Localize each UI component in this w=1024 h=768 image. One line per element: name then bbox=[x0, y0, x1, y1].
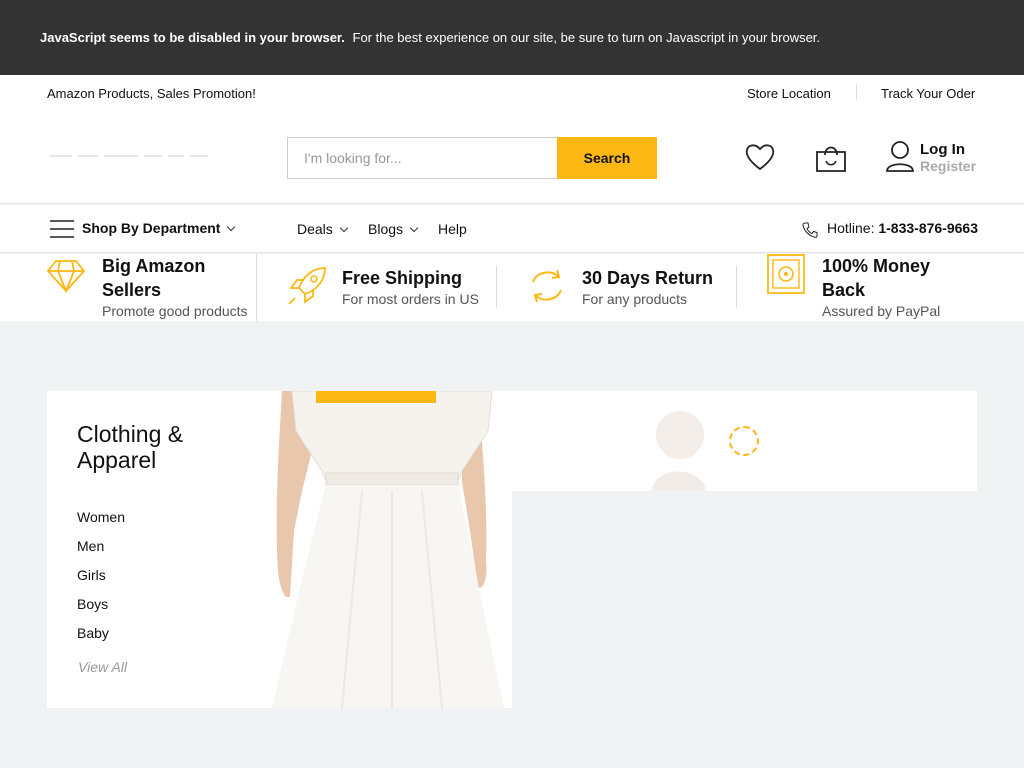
feature-divider bbox=[736, 266, 737, 308]
category-link[interactable]: Men bbox=[77, 538, 104, 554]
view-all-link[interactable]: View All bbox=[78, 659, 127, 675]
feature-title: 30 Days Return bbox=[582, 268, 714, 288]
loading-spinner-icon bbox=[729, 426, 759, 456]
javascript-notice-text: For the best experience on our site, be … bbox=[352, 30, 821, 45]
register-link[interactable]: Register bbox=[920, 158, 976, 174]
chevron-down-icon bbox=[227, 222, 236, 232]
search-input[interactable] bbox=[287, 137, 558, 179]
site-logo[interactable] bbox=[50, 155, 210, 159]
rocket-icon bbox=[287, 266, 327, 311]
topbar-divider bbox=[856, 85, 857, 100]
track-order-link[interactable]: Track Your Oder bbox=[881, 86, 975, 101]
safe-money-icon bbox=[766, 254, 806, 301]
feature-title: 100% Money Back bbox=[822, 256, 931, 300]
accent-bar bbox=[316, 391, 436, 403]
category-product-image[interactable] bbox=[272, 391, 512, 708]
feature-subtitle: Promote good products bbox=[102, 303, 248, 319]
category-link[interactable]: Women bbox=[77, 509, 125, 525]
feature-title: Free Shipping bbox=[342, 268, 463, 288]
category-link[interactable]: Baby bbox=[77, 625, 109, 641]
feature-title: Big Amazon Sellers bbox=[102, 256, 206, 300]
hotline-label: Hotline: bbox=[827, 220, 875, 236]
javascript-notice-bar: JavaScript seems to be disabled in your … bbox=[0, 0, 1024, 75]
return-arrows-icon bbox=[527, 266, 567, 311]
hotline-number[interactable]: 1-833-876-9663 bbox=[878, 220, 978, 236]
hamburger-menu-icon[interactable] bbox=[50, 220, 74, 241]
diamond-icon bbox=[46, 259, 86, 298]
shop-by-department-menu[interactable]: Shop By Department bbox=[82, 220, 236, 236]
shopping-bag-icon[interactable] bbox=[815, 141, 847, 178]
top-bar: Amazon Products, Sales Promotion! Store … bbox=[0, 75, 1024, 115]
phone-icon bbox=[802, 222, 818, 241]
site-header: Search Log In Register bbox=[0, 115, 1024, 204]
category-title: Clothing & Apparel bbox=[77, 421, 184, 473]
chevron-down-icon bbox=[339, 223, 349, 233]
promo-text: Amazon Products, Sales Promotion! bbox=[47, 86, 256, 101]
faded-product-image bbox=[652, 411, 706, 491]
category-link[interactable]: Boys bbox=[77, 596, 108, 612]
feature-divider bbox=[496, 266, 497, 308]
user-account-icon[interactable] bbox=[885, 140, 915, 177]
search-button[interactable]: Search bbox=[557, 137, 657, 179]
deals-label: Deals bbox=[297, 221, 333, 237]
login-link[interactable]: Log In bbox=[920, 141, 965, 158]
nav-item-blogs[interactable]: Blogs bbox=[368, 221, 419, 237]
features-strip: Big Amazon Sellers Promote good products… bbox=[0, 254, 1024, 321]
main-navigation: Shop By Department Deals Blogs Help Hotl… bbox=[0, 205, 1024, 253]
store-location-link[interactable]: Store Location bbox=[747, 86, 831, 101]
category-link[interactable]: Girls bbox=[77, 567, 106, 583]
category-card: Clothing & Apparel Women Men Girls Boys … bbox=[47, 391, 512, 708]
hotline: Hotline: 1-833-876-9663 bbox=[827, 220, 978, 236]
wishlist-heart-icon[interactable] bbox=[744, 142, 776, 177]
nav-item-help[interactable]: Help bbox=[438, 221, 467, 237]
feature-subtitle: Assured by PayPal bbox=[822, 303, 941, 319]
blogs-label: Blogs bbox=[368, 221, 404, 237]
feature-subtitle: For most orders in US bbox=[342, 291, 479, 307]
shop-by-department-label: Shop By Department bbox=[82, 220, 221, 236]
chevron-down-icon bbox=[409, 223, 419, 233]
nav-item-deals[interactable]: Deals bbox=[297, 221, 349, 237]
feature-subtitle: For any products bbox=[582, 291, 688, 307]
javascript-notice-message: JavaScript seems to be disabled in your … bbox=[40, 30, 820, 45]
javascript-notice-bold: JavaScript seems to be disabled in your … bbox=[40, 30, 345, 45]
feature-divider bbox=[256, 254, 257, 321]
